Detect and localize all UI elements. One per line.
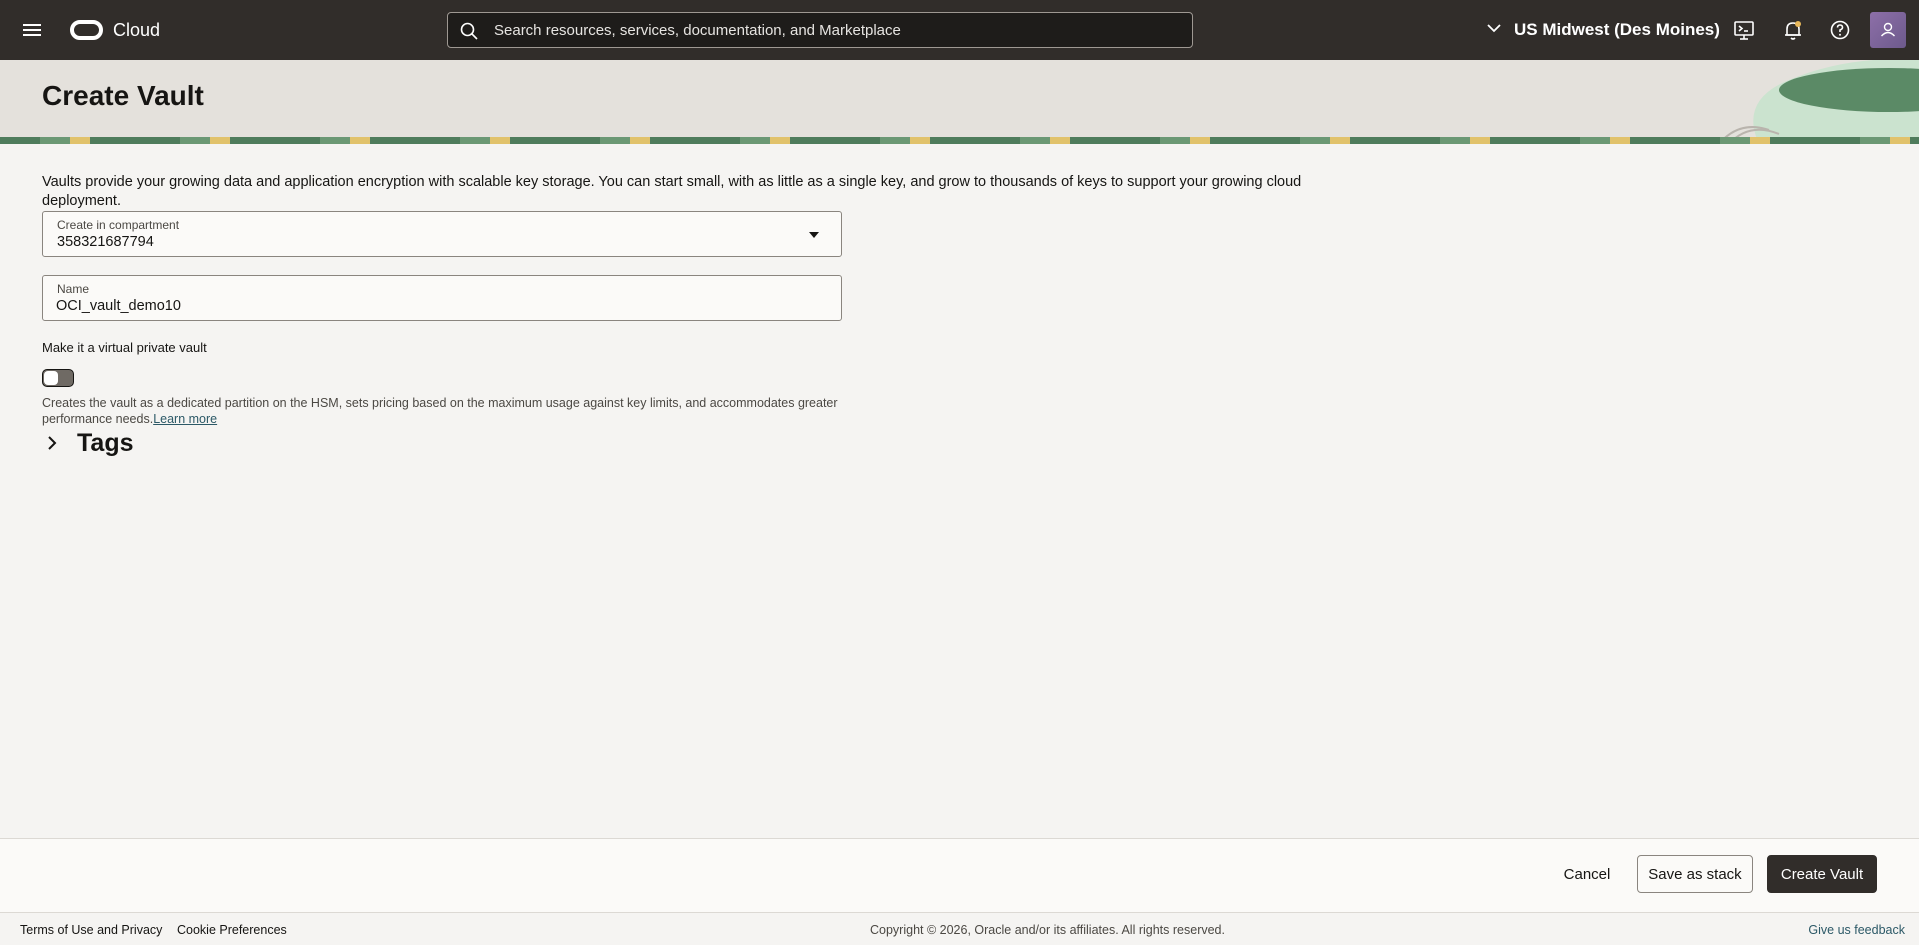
- name-input[interactable]: [56, 296, 816, 316]
- page-footer: Terms of Use and Privacy Cookie Preferen…: [0, 913, 1919, 945]
- vault-intro-text: Vaults provide your growing data and app…: [42, 174, 1302, 209]
- save-as-stack-button[interactable]: Save as stack: [1637, 855, 1753, 893]
- copyright-text: Copyright © 2026, Oracle and/or its affi…: [870, 923, 1225, 937]
- menu-icon[interactable]: [22, 20, 42, 40]
- oracle-logo-icon: [70, 20, 103, 40]
- oracle-cloud-logo[interactable]: Cloud: [70, 17, 160, 43]
- compartment-label: Create in compartment: [57, 218, 180, 232]
- global-search[interactable]: [447, 12, 1193, 48]
- virtual-private-vault-toggle[interactable]: [42, 369, 74, 387]
- user-avatar[interactable]: [1870, 12, 1906, 48]
- chevron-down-icon: [1486, 20, 1502, 41]
- terms-link[interactable]: Terms of Use and Privacy: [20, 923, 162, 937]
- help-icon[interactable]: [1828, 18, 1852, 42]
- chevron-right-icon: [42, 433, 62, 453]
- compartment-select[interactable]: Create in compartment 358321687794: [42, 211, 842, 257]
- caret-down-icon: [809, 232, 819, 238]
- region-selector[interactable]: US Midwest (Des Moines): [1486, 16, 1720, 44]
- tags-title: Tags: [77, 428, 134, 457]
- search-icon: [460, 22, 478, 40]
- page-header-banner: Create Vault: [0, 60, 1919, 144]
- cookie-preferences-link[interactable]: Cookie Preferences: [177, 923, 287, 937]
- tags-section-toggle[interactable]: Tags: [42, 427, 134, 459]
- user-icon: [1880, 22, 1896, 37]
- banner-pattern-strip: [0, 137, 1919, 144]
- page-title: Create Vault: [42, 80, 204, 111]
- name-label: Name: [57, 282, 90, 296]
- search-input[interactable]: [492, 13, 1182, 47]
- create-vault-button[interactable]: Create Vault: [1767, 855, 1877, 893]
- banner-illustration: [1718, 60, 1919, 144]
- compartment-value: 358321687794: [57, 234, 154, 250]
- region-label: US Midwest (Des Moines): [1514, 20, 1720, 39]
- name-field[interactable]: Name: [42, 275, 842, 321]
- learn-more-link[interactable]: Learn more: [153, 412, 217, 426]
- toggle-knob: [44, 371, 58, 385]
- feedback-link[interactable]: Give us feedback: [1808, 923, 1905, 937]
- bell-icon[interactable]: [1781, 18, 1805, 42]
- cancel-button[interactable]: Cancel: [1552, 855, 1622, 893]
- virtual-private-vault-help: Creates the vault as a dedicated partiti…: [42, 395, 842, 427]
- top-navigation-bar: Cloud US Midwest (Des Moines): [0, 0, 1919, 60]
- form-action-bar: Cancel Save as stack Create Vault: [0, 838, 1919, 913]
- virtual-private-vault-label: Make it a virtual private vault: [42, 340, 207, 355]
- brand-name: Cloud: [113, 19, 161, 40]
- cloud-shell-icon[interactable]: [1732, 18, 1756, 42]
